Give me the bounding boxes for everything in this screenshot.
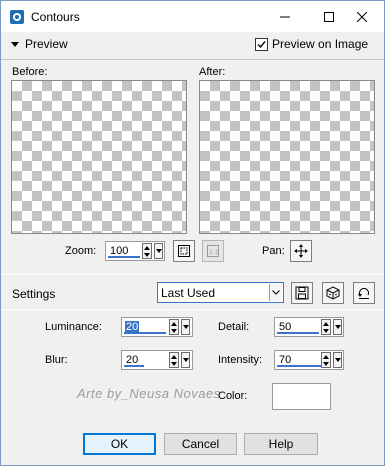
chevron-down-icon	[272, 290, 280, 295]
after-label: After:	[199, 66, 226, 78]
settings-dropdown-button[interactable]	[269, 284, 282, 301]
before-preview-pane[interactable]	[11, 80, 187, 234]
down-arrow-icon	[323, 328, 329, 333]
preview-on-image-option[interactable]: Preview on Image	[255, 36, 368, 52]
intensity-stepper[interactable]	[321, 352, 331, 368]
luminance-stepper[interactable]	[169, 319, 179, 335]
svg-text:1:1: 1:1	[209, 249, 219, 256]
help-button[interactable]: Help	[244, 433, 318, 455]
save-preset-button[interactable]	[291, 282, 313, 304]
detail-label: Detail:	[218, 321, 250, 333]
zoom-fit-button[interactable]	[173, 240, 195, 262]
maximize-icon	[324, 11, 334, 22]
collapse-triangle-icon	[11, 41, 19, 47]
detail-slider-bar	[277, 332, 319, 334]
watermark-text: Arte by_Neusa Novaes	[77, 386, 221, 401]
down-arrow-icon	[171, 361, 177, 366]
window-title: Contours	[31, 10, 80, 24]
checkmark-icon	[257, 40, 266, 48]
detail-stepper[interactable]	[321, 319, 331, 335]
zoom-actual-size-button[interactable]: 1:1	[202, 240, 224, 262]
preview-on-image-checkbox[interactable]	[255, 37, 268, 51]
blur-input[interactable]: 20	[121, 350, 193, 370]
settings-preset-value: Last Used	[161, 286, 216, 300]
blur-dropdown-button[interactable]	[181, 352, 190, 368]
app-icon	[10, 10, 24, 24]
zoom-stepper[interactable]	[142, 243, 152, 259]
divider	[1, 59, 384, 60]
zoom-label: Zoom:	[65, 245, 97, 257]
detail-dropdown-button[interactable]	[333, 319, 342, 335]
ok-button[interactable]: OK	[83, 433, 156, 455]
luminance-slider-bar	[124, 332, 166, 334]
save-icon	[295, 286, 309, 300]
settings-preset-select[interactable]: Last Used	[157, 282, 284, 303]
chevron-down-icon	[182, 325, 189, 329]
zoom-input[interactable]: 100	[105, 241, 165, 261]
preview-label: Preview	[25, 37, 68, 51]
up-arrow-icon	[323, 354, 329, 359]
chevron-down-icon	[155, 249, 162, 253]
minimize-icon	[280, 16, 290, 17]
zoom-dropdown-button[interactable]	[154, 243, 163, 259]
randomize-button[interactable]	[322, 282, 344, 304]
actual-size-icon: 1:1	[207, 245, 219, 257]
preview-on-image-label: Preview on Image	[272, 37, 369, 51]
reset-button[interactable]	[353, 282, 375, 304]
reset-icon	[358, 288, 369, 299]
down-arrow-icon	[171, 328, 177, 333]
close-icon	[357, 11, 367, 22]
intensity-label: Intensity:	[218, 354, 263, 366]
luminance-label: Luminance:	[45, 321, 102, 333]
before-label: Before:	[12, 66, 48, 78]
blur-slider-bar	[124, 365, 144, 367]
settings-label: Settings	[12, 287, 56, 301]
intensity-dropdown-button[interactable]	[333, 352, 342, 368]
luminance-input[interactable]: 20	[121, 317, 193, 337]
minimize-button[interactable]	[263, 1, 307, 32]
up-arrow-icon	[323, 321, 329, 326]
intensity-slider-bar	[277, 365, 323, 367]
after-preview-pane[interactable]	[199, 80, 375, 234]
move-arrows-icon	[294, 244, 308, 258]
contours-dialog: Contours Preview Preview on Image Before…	[0, 0, 385, 466]
pan-button[interactable]	[290, 240, 312, 262]
blur-label: Blur:	[45, 354, 68, 366]
luminance-dropdown-button[interactable]	[181, 319, 190, 335]
color-label: Color:	[218, 390, 248, 402]
chevron-down-icon	[334, 358, 341, 362]
close-button[interactable]	[340, 1, 384, 32]
down-arrow-icon	[323, 361, 329, 366]
detail-input[interactable]: 50	[274, 317, 344, 337]
pan-label: Pan:	[262, 245, 285, 257]
zoom-fit-icon	[178, 245, 190, 257]
cancel-button[interactable]: Cancel	[164, 433, 237, 455]
blur-stepper[interactable]	[169, 352, 179, 368]
intensity-input[interactable]: 70	[274, 350, 344, 370]
divider	[1, 274, 384, 275]
chevron-down-icon	[334, 325, 341, 329]
color-swatch[interactable]	[272, 383, 331, 410]
down-arrow-icon	[144, 252, 150, 257]
up-arrow-icon	[171, 354, 177, 359]
title-bar: Contours	[1, 1, 384, 32]
preview-toggle[interactable]: Preview	[11, 36, 68, 52]
up-arrow-icon	[144, 245, 150, 250]
divider	[1, 309, 384, 310]
chevron-down-icon	[182, 358, 189, 362]
up-arrow-icon	[171, 321, 177, 326]
zoom-slider-bar	[108, 256, 140, 258]
dice-icon	[326, 286, 340, 300]
